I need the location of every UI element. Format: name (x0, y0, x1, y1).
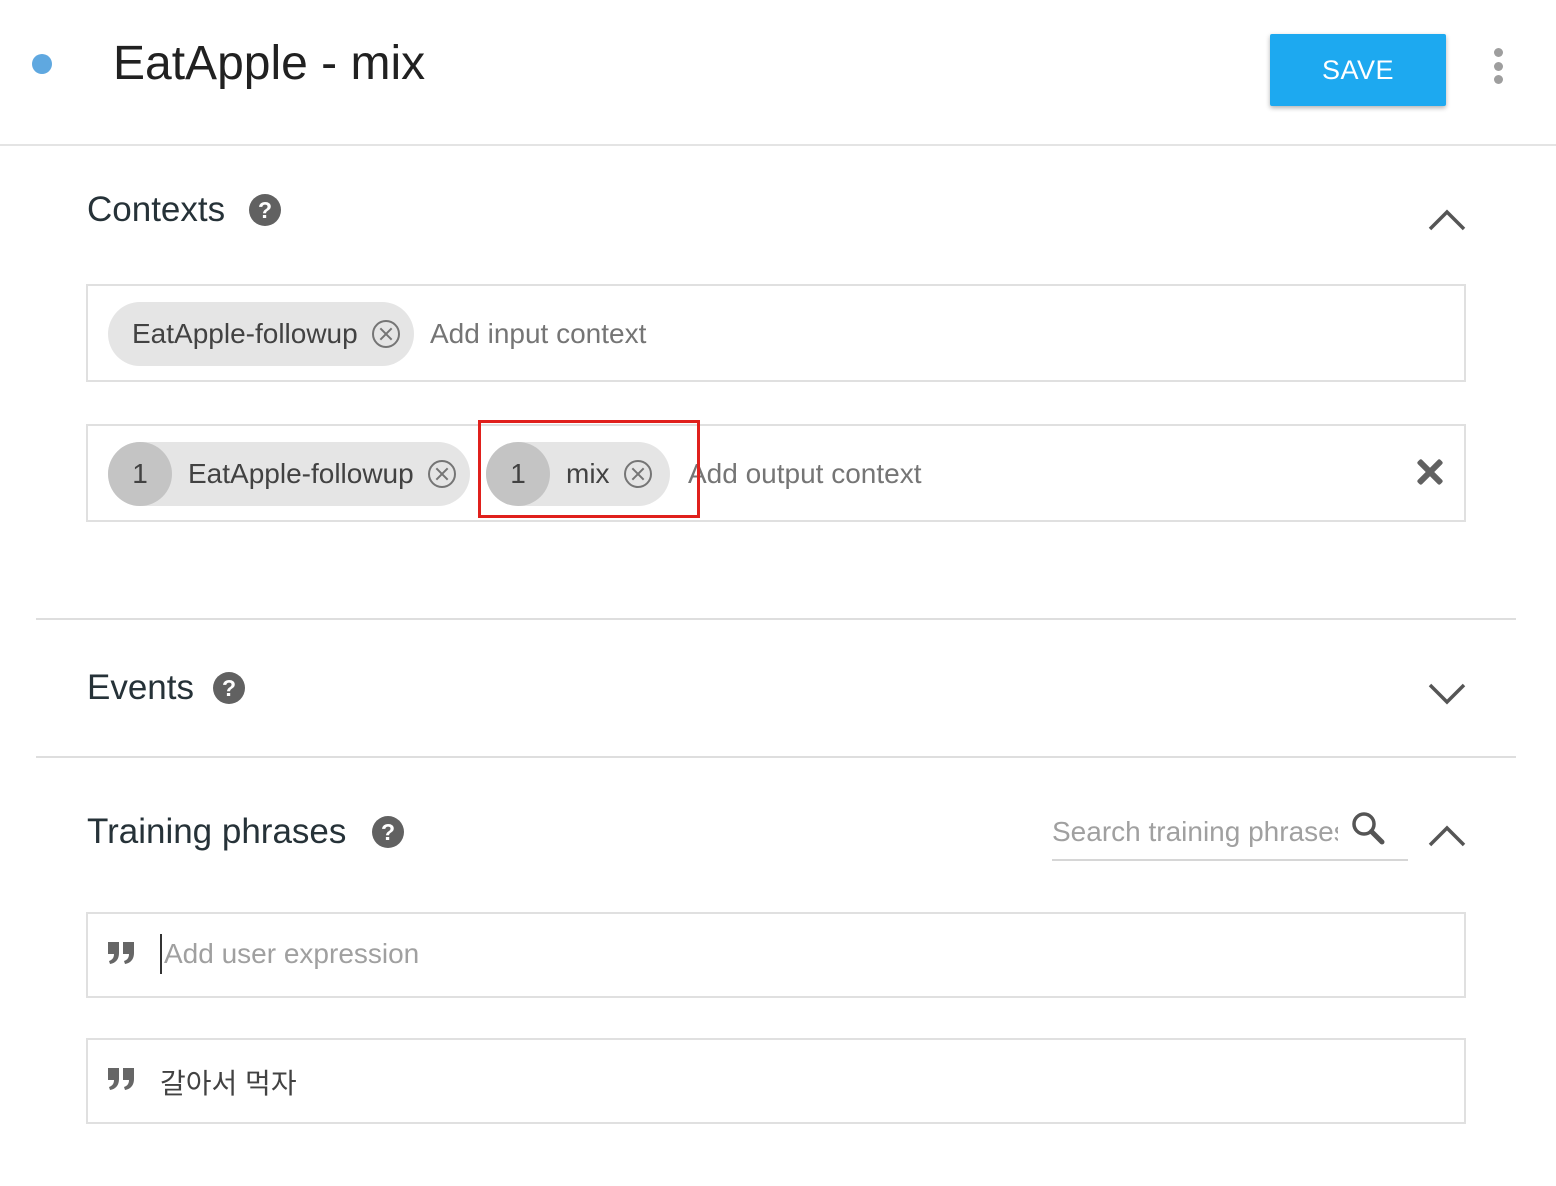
header-divider (0, 144, 1556, 146)
remove-chip-icon[interactable] (427, 460, 456, 488)
save-button[interactable]: SAVE (1270, 34, 1446, 106)
section-divider (36, 756, 1516, 758)
events-expand-chevron-down-icon[interactable] (1427, 680, 1467, 708)
page-title: EatApple - mix (113, 37, 426, 90)
training-phrases-collapse-chevron-up-icon[interactable] (1427, 821, 1467, 849)
input-context-chip: EatApple-followup (108, 302, 414, 366)
contexts-help-icon[interactable]: ? (249, 194, 281, 226)
contexts-title: Contexts (87, 190, 226, 229)
lifespan-badge[interactable]: 1 (486, 442, 550, 506)
search-icon[interactable] (1350, 810, 1386, 846)
remove-chip-icon[interactable] (623, 460, 652, 488)
search-underline (1052, 859, 1408, 861)
section-divider (36, 618, 1516, 620)
input-context-chip-label: EatApple-followup (132, 318, 358, 349)
add-user-expression-input[interactable] (160, 934, 1444, 974)
training-phrases-help-icon[interactable]: ? (372, 816, 404, 848)
add-output-context-input[interactable] (688, 454, 1288, 494)
remove-chip-icon[interactable] (371, 320, 400, 348)
lifespan-badge[interactable]: 1 (108, 442, 172, 506)
events-help-icon[interactable]: ? (213, 672, 245, 704)
output-context-chip-label: EatApple-followup (188, 458, 414, 489)
training-phrase-row[interactable]: 갈아서 먹자 (86, 1038, 1466, 1124)
more-vert-icon[interactable] (1484, 46, 1512, 86)
training-phrase-text[interactable]: 갈아서 먹자 (160, 1062, 297, 1102)
output-context-chip-label: mix (566, 458, 610, 489)
contexts-collapse-chevron-up-icon[interactable] (1427, 205, 1467, 233)
quote-icon (106, 940, 136, 966)
output-context-chip: 1 EatApple-followup (108, 442, 470, 506)
training-phrases-title: Training phrases (87, 812, 347, 851)
clear-output-contexts-close-icon[interactable] (1415, 457, 1445, 487)
search-training-phrases-input[interactable] (1052, 812, 1338, 852)
add-user-expression-row (86, 912, 1466, 998)
quote-icon (106, 1066, 136, 1092)
add-input-context-input[interactable] (430, 314, 1030, 354)
output-context-chip: 1 mix (486, 442, 670, 506)
events-title: Events (87, 668, 194, 707)
status-dot (32, 54, 52, 74)
